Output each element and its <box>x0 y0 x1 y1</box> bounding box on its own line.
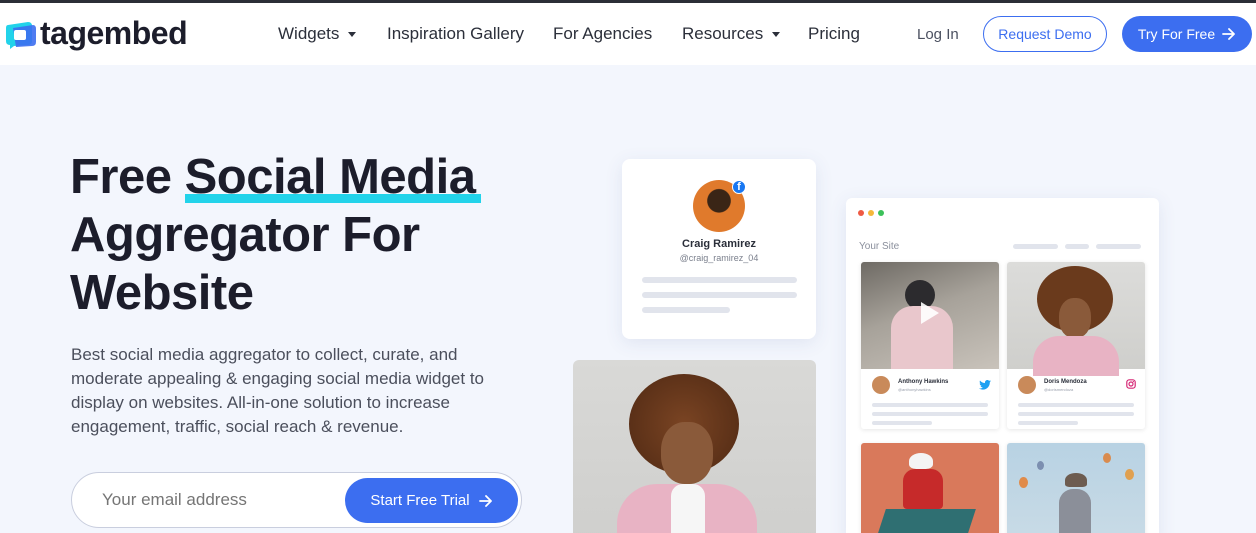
placeholder-line <box>872 412 988 416</box>
placeholder-line <box>1013 244 1058 249</box>
hero-title-part1: Free <box>70 150 185 204</box>
avatar <box>1018 376 1036 394</box>
hero-title-line2: Aggregator For <box>70 208 420 262</box>
photo-shirt <box>671 484 705 533</box>
request-demo-button[interactable]: Request Demo <box>983 16 1107 52</box>
chevron-down-icon <box>348 31 357 37</box>
nav-resources[interactable]: Resources <box>682 24 781 44</box>
placeholder-line <box>1018 412 1134 416</box>
nav-widgets-label: Widgets <box>278 24 340 43</box>
hero-title-highlight: Social Media <box>184 150 482 204</box>
post-image <box>861 262 999 369</box>
login-link[interactable]: Log In <box>917 26 959 43</box>
profile-name: Craig Ramirez <box>682 238 756 250</box>
nav-widgets[interactable]: Widgets <box>278 24 357 44</box>
nav-for-agencies[interactable]: For Agencies <box>553 24 652 44</box>
post-author-handle: @anthonyhawkins <box>898 387 931 392</box>
try-for-free-button[interactable]: Try For Free <box>1122 16 1252 52</box>
twitter-icon <box>979 380 991 390</box>
profile-card: f Craig Ramirez @craig_ramirez_04 <box>622 159 816 339</box>
chevron-down-icon <box>772 31 781 37</box>
play-icon <box>921 302 939 324</box>
post-image <box>1007 262 1145 376</box>
placeholder-line <box>1018 421 1078 425</box>
profile-handle: @craig_ramirez_04 <box>679 253 759 263</box>
photo-face <box>661 422 713 484</box>
try-for-free-label: Try For Free <box>1137 26 1216 42</box>
site-header: tagembed Widgets Inspiration Gallery For… <box>0 3 1256 65</box>
placeholder-line <box>1096 244 1141 249</box>
post-author-name: Anthony Hawkins <box>898 379 949 385</box>
nav-inspiration-gallery-label: Inspiration Gallery <box>387 24 525 43</box>
your-site-label: Your Site <box>859 241 900 252</box>
placeholder-line <box>872 403 988 407</box>
nav-for-agencies-label: For Agencies <box>553 24 653 43</box>
maximize-dot-icon <box>878 210 884 216</box>
nav-pricing-label: Pricing <box>808 24 860 43</box>
hero-description: Best social media aggregator to collect,… <box>71 345 484 436</box>
arrow-right-icon <box>478 494 492 507</box>
woman-photo <box>573 360 816 533</box>
placeholder-line <box>642 292 797 298</box>
placeholder-line <box>642 277 797 283</box>
start-free-trial-label: Start Free Trial <box>370 492 470 509</box>
placeholder-line <box>642 307 730 313</box>
post-tile <box>1007 443 1145 533</box>
nav-resources-label: Resources <box>682 24 764 43</box>
hero-title-line3: Website <box>70 266 254 320</box>
facebook-icon: f <box>732 180 746 194</box>
brand-name: tagembed <box>40 15 188 51</box>
hero-title: Free Social Media Aggregator For Website <box>70 148 550 322</box>
avatar <box>872 376 890 394</box>
website-preview-window: Your Site Anthony Hawkins @anthonyhawkin… <box>846 198 1159 533</box>
close-dot-icon <box>858 210 864 216</box>
instagram-icon <box>1126 379 1136 389</box>
post-tile: Doris Mendoza @dorismendoza <box>1007 262 1145 429</box>
nav-inspiration-gallery[interactable]: Inspiration Gallery <box>387 24 524 44</box>
placeholder-line <box>1065 244 1089 249</box>
placeholder-line <box>1018 403 1134 407</box>
post-tile <box>861 443 999 533</box>
arrow-right-icon <box>1222 28 1236 40</box>
post-tile: Anthony Hawkins @anthonyhawkins <box>861 262 999 429</box>
post-author-handle: @dorismendoza <box>1044 387 1074 392</box>
nav-pricing[interactable]: Pricing <box>808 24 860 44</box>
start-free-trial-button[interactable]: Start Free Trial <box>345 478 518 523</box>
placeholder-line <box>872 421 932 425</box>
email-signup-form: Start Free Trial <box>71 472 522 528</box>
brand-logo[interactable]: tagembed <box>4 15 188 52</box>
post-author-name: Doris Mendoza <box>1044 379 1087 385</box>
email-input[interactable] <box>102 490 332 510</box>
tagembed-logo-icon <box>6 21 36 49</box>
minimize-dot-icon <box>868 210 874 216</box>
request-demo-label: Request Demo <box>998 26 1092 42</box>
